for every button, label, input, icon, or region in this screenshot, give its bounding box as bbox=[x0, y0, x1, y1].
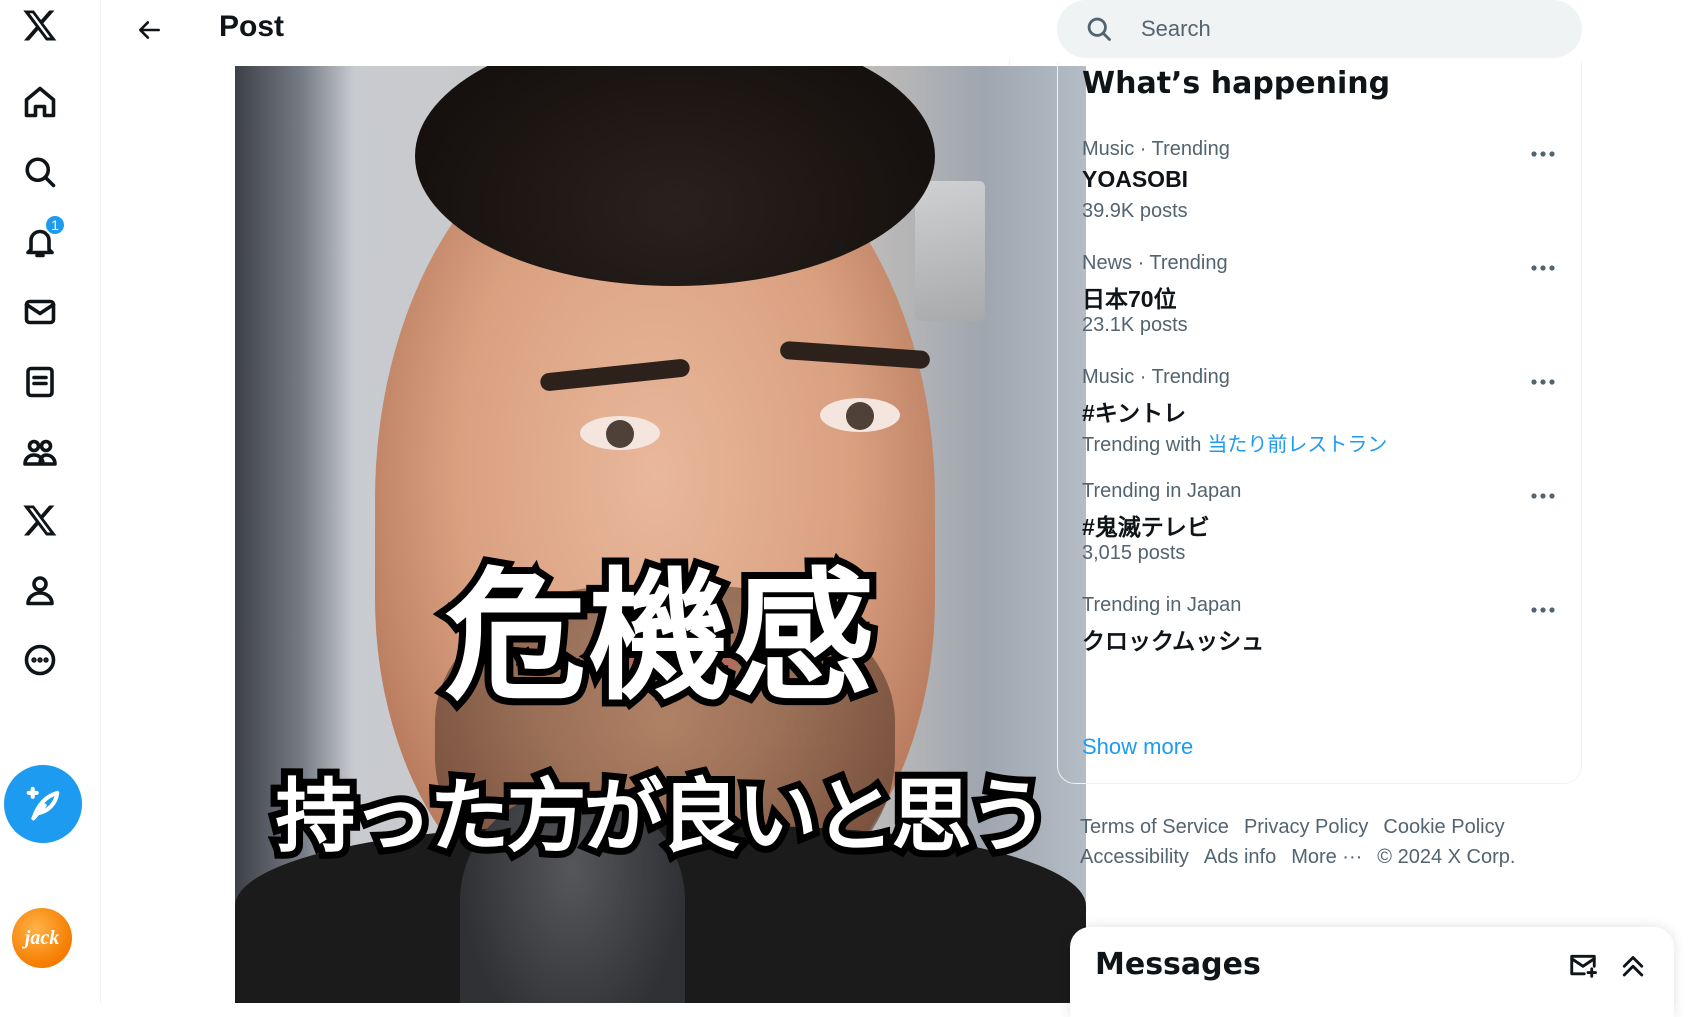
search-icon bbox=[1087, 17, 1111, 41]
page-title: Post bbox=[219, 10, 285, 43]
whats-happening-panel: What’s happening Music · Trending YOASOB… bbox=[1057, 62, 1582, 784]
trend-item[interactable]: Music · Trending YOASOBI 39.9K posts bbox=[1058, 138, 1581, 256]
trend-more-icon[interactable] bbox=[1526, 486, 1560, 506]
account-avatar[interactable]: jack bbox=[12, 908, 72, 968]
home-icon[interactable] bbox=[18, 80, 62, 124]
trend-more-icon[interactable] bbox=[1526, 258, 1560, 278]
expand-chevrons-icon[interactable] bbox=[1615, 947, 1651, 983]
trend-item[interactable]: News · Trending 日本70位 23.1K posts bbox=[1058, 252, 1581, 370]
left-sidebar: 1 jack bbox=[0, 0, 101, 1003]
notification-count-badge: 1 bbox=[44, 214, 66, 236]
trend-more-icon[interactable] bbox=[1526, 372, 1560, 392]
copyright: © 2024 X Corp. bbox=[1377, 846, 1516, 868]
video-caption-line-1: 危機感 bbox=[438, 548, 882, 727]
trending-with-link[interactable]: 当たり前レストラン bbox=[1207, 434, 1387, 456]
show-more-link[interactable]: Show more bbox=[1082, 734, 1193, 760]
video-caption-line-2: 持った方が良いと思う bbox=[269, 763, 1056, 870]
trend-item[interactable]: Trending in Japan クロックムッシュ bbox=[1058, 594, 1581, 712]
messages-title: Messages bbox=[1095, 947, 1261, 982]
arrow-left-icon bbox=[138, 21, 160, 39]
more-options-icon[interactable] bbox=[18, 638, 62, 682]
messages-drawer[interactable]: Messages bbox=[1070, 927, 1674, 1017]
profile-icon[interactable] bbox=[18, 568, 62, 612]
footer-link[interactable]: Accessibility bbox=[1080, 846, 1189, 868]
premium-x-icon[interactable] bbox=[18, 498, 62, 542]
footer-link[interactable]: Cookie Policy bbox=[1383, 816, 1504, 838]
footer-link[interactable]: More ··· bbox=[1291, 846, 1362, 868]
lists-icon[interactable] bbox=[18, 360, 62, 404]
compose-post-button[interactable] bbox=[4, 765, 82, 843]
back-button[interactable] bbox=[128, 8, 172, 52]
search-input[interactable] bbox=[1141, 14, 1541, 44]
explore-search-icon[interactable] bbox=[18, 150, 62, 194]
trends-heading: What’s happening bbox=[1082, 66, 1391, 101]
x-logo-icon[interactable] bbox=[18, 3, 62, 47]
trend-item[interactable]: Trending in Japan #鬼滅テレビ 3,015 posts bbox=[1058, 480, 1581, 598]
feather-plus-icon bbox=[26, 786, 60, 821]
footer-link[interactable]: Privacy Policy bbox=[1244, 816, 1368, 838]
footer-link[interactable]: Ads info bbox=[1204, 846, 1276, 868]
trend-more-icon[interactable] bbox=[1526, 600, 1560, 620]
post-video[interactable]: 危機感 持った方が良いと思う bbox=[235, 66, 1086, 1003]
main-column: Post 危機感 持った方が良いと思う bbox=[102, 0, 1086, 1003]
trend-more-icon[interactable] bbox=[1526, 144, 1560, 164]
right-sidebar: What’s happening Music · Trending YOASOB… bbox=[1042, 0, 1582, 1003]
post-header: Post bbox=[102, 0, 1010, 60]
communities-icon[interactable] bbox=[18, 430, 62, 474]
footer-links: Terms of Service Privacy Policy Cookie Pol… bbox=[1080, 812, 1560, 872]
notifications-bell-icon[interactable]: 1 bbox=[18, 214, 66, 264]
new-message-icon[interactable] bbox=[1565, 947, 1601, 983]
search-bar[interactable] bbox=[1057, 0, 1582, 58]
messages-mail-icon[interactable] bbox=[18, 290, 62, 334]
trend-item[interactable]: Music · Trending #キントレ Trending with 当たり前… bbox=[1058, 366, 1581, 484]
footer-link[interactable]: Terms of Service bbox=[1080, 816, 1229, 838]
